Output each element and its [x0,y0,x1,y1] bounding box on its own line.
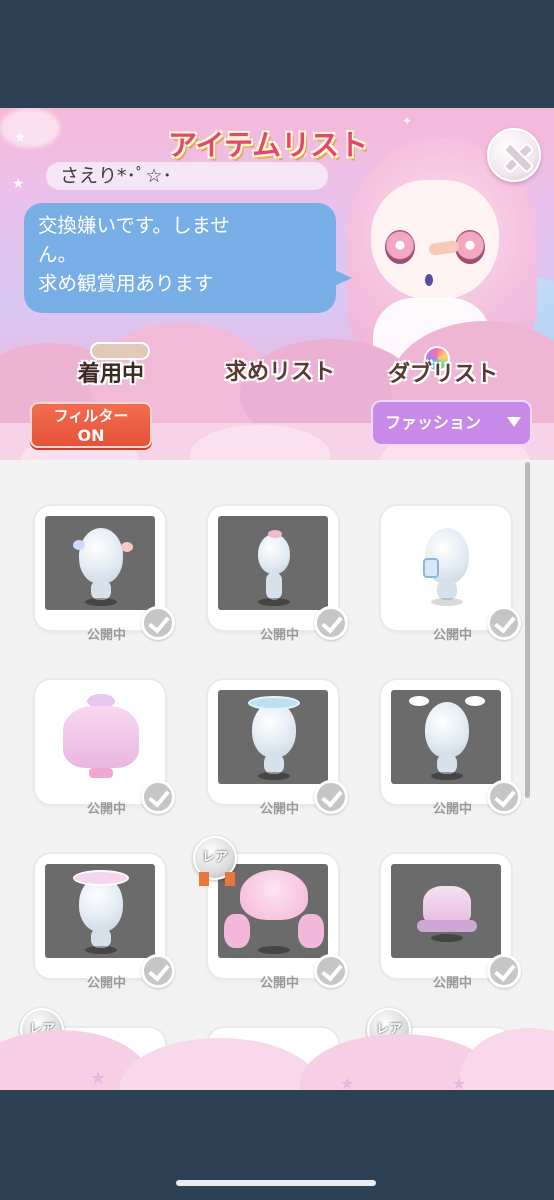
bubble-tail [330,268,352,288]
category-dropdown[interactable]: ファッション [371,400,532,446]
rare-badge: レア [193,836,237,886]
status-bar-area [0,0,554,108]
profile-message-bubble: 交換嫌いです。しませ ん。 求め観賞用あります [24,203,336,313]
bow-accessory-icon [218,516,328,610]
status-label: 公開中 [260,628,300,643]
tab-wanted-list[interactable]: 求めリスト [225,354,335,386]
item-list-screen: ★ ★ ✦ ✦ アイテムリスト さえり*･ﾟ☆･ 交換嫌いです。しませ ん。 求… [0,108,554,1090]
check-icon [314,954,348,988]
status-label: 公開中 [87,628,127,643]
item-card[interactable]: 公開中 [381,506,521,643]
status-label: 公開中 [433,628,473,643]
filter-state: ON [77,426,105,445]
bear-ears-hairpiece-icon [45,516,155,610]
category-label: ファッション [385,413,482,432]
check-icon [141,606,175,640]
message-line: 求め観賞用あります [38,272,214,295]
item-card[interactable]: 公開中 [208,680,348,817]
profile-header: ★ ★ ✦ ✦ アイテムリスト さえり*･ﾟ☆･ 交換嫌いです。しませ ん。 求… [0,108,554,468]
item-card[interactable]: 公開中 [381,680,521,817]
check-icon [487,780,521,814]
username-label: さえり*･ﾟ☆･ [46,162,328,190]
check-icon [487,954,521,988]
headband-icon [218,690,328,784]
mouth-icon [425,274,433,286]
check-icon [314,606,348,640]
frill-bonnet-icon [45,864,155,958]
status-label: 公開中 [433,802,473,817]
item-card[interactable]: 公開中 [208,506,348,643]
badge-accessory-icon [391,516,501,610]
item-card[interactable]: 公開中 [35,854,175,991]
status-label: 公開中 [433,976,473,991]
message-line: 交換嫌いです。しませ [38,214,230,237]
scrollbar[interactable] [525,462,530,798]
eye-icon [455,230,485,264]
avatar-face [371,180,499,300]
check-icon [141,780,175,814]
status-label: 公開中 [87,976,127,991]
tab-duplicate-list[interactable]: ダブリスト [388,356,498,388]
check-icon [487,606,521,640]
item-card[interactable]: 公開中 [35,506,175,643]
list-tabs: 着用中 求めリスト ダブリスト [0,342,554,398]
star-icon: ★ [14,130,27,146]
bandage-icon [428,239,460,257]
status-label: 公開中 [260,976,300,991]
ribbon-icon [199,872,209,886]
check-icon [314,780,348,814]
chevron-down-icon [507,417,521,427]
status-label: 公開中 [260,802,300,817]
item-grid: 公開中 公開中 公開中 公開中 公開中 公開中 公開中 公開中 レア 公開中 レ… [0,460,554,1090]
angel-wings-icon [391,690,501,784]
filter-button[interactable]: フィルター ON [30,402,152,448]
check-icon [141,954,175,988]
item-card[interactable]: 公開中 [381,854,521,991]
ribbon-icon [225,872,235,886]
home-indicator[interactable] [176,1180,376,1186]
star-icon: ★ [12,176,25,192]
tab-wearing[interactable]: 着用中 [78,356,144,388]
message-line: ん。 [38,243,78,266]
status-label: 公開中 [87,802,127,817]
close-button[interactable] [487,128,541,182]
filter-label: フィルター [53,407,129,425]
page-title: アイテムリスト [168,128,369,162]
cloud-decoration: ★ ★ ★ [0,1008,554,1090]
pink-hat-icon [391,864,501,958]
pink-dress-icon [45,690,155,784]
item-card[interactable]: 公開中 [35,680,175,817]
star-icon: ✦ [402,114,413,128]
eye-icon [385,230,415,264]
rare-label: レア [201,850,228,865]
